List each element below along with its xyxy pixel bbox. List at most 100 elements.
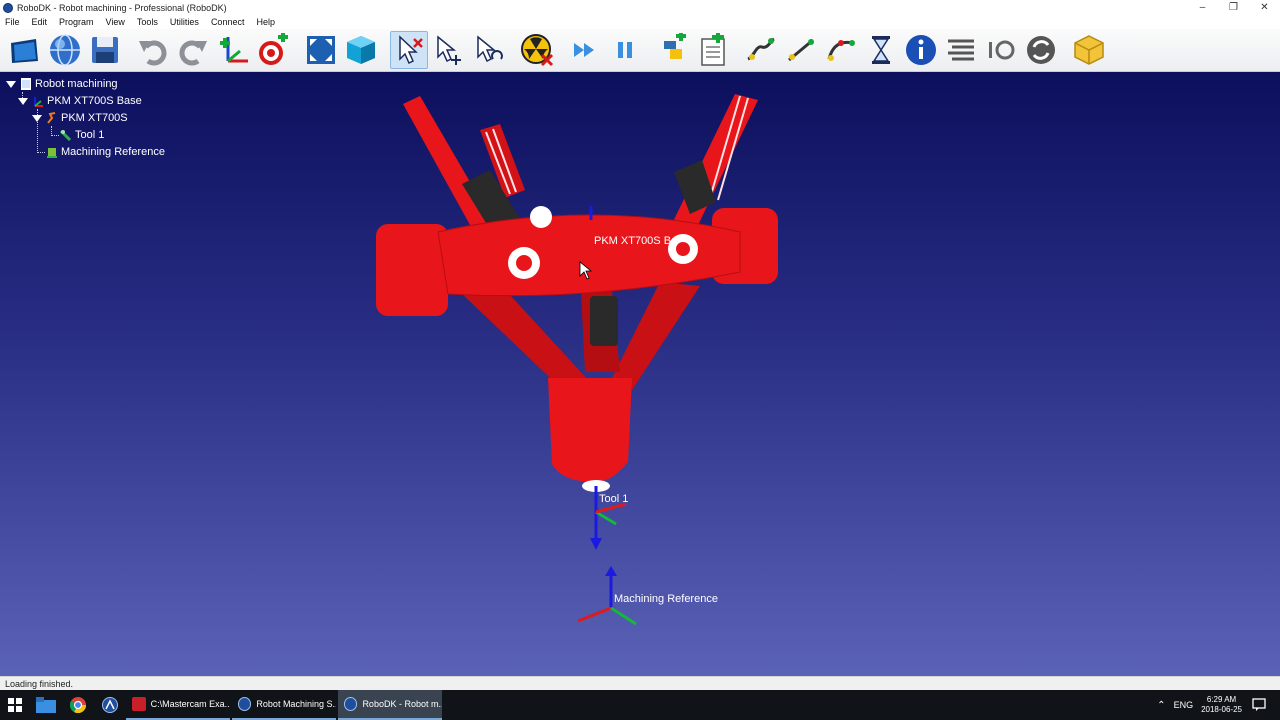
add-program-icon[interactable]	[694, 31, 732, 69]
tree-label-machining-reference: Machining Reference	[61, 146, 165, 158]
tree-item-tool[interactable]: Tool 1	[60, 127, 104, 143]
window-title: RoboDK - Robot machining - Professional …	[17, 2, 227, 13]
close-button[interactable]: ✕	[1249, 0, 1280, 15]
pause-icon[interactable]	[606, 31, 644, 69]
save-icon[interactable]	[86, 31, 124, 69]
tool-frame-x-axis	[595, 502, 627, 514]
title-bar: RoboDK - Robot machining - Professional …	[0, 0, 1280, 15]
expand-arrow-icon[interactable]	[18, 97, 28, 105]
undo-icon[interactable]	[134, 31, 172, 69]
open-icon[interactable]	[6, 31, 44, 69]
main-toolbar	[0, 29, 1280, 72]
fit-all-icon[interactable]	[302, 31, 340, 69]
tray-overflow-icon[interactable]: ⌃	[1157, 700, 1165, 711]
robodk-pinned-button[interactable]	[94, 690, 126, 720]
menu-program[interactable]: Program	[53, 17, 100, 27]
move-circular-icon[interactable]	[822, 31, 860, 69]
reference-frame-x-axis	[577, 606, 612, 623]
motor-center	[590, 296, 618, 346]
chrome-icon	[70, 697, 86, 713]
taskbar-window-mastercam[interactable]: C:\Mastercam Exa...	[126, 690, 230, 720]
tool-icon	[60, 129, 72, 141]
robodk-icon	[102, 697, 118, 713]
menu-bar: File Edit Program View Tools Utilities C…	[0, 15, 1280, 29]
status-text: Loading finished.	[5, 678, 74, 689]
extension-icon[interactable]	[1070, 31, 1108, 69]
clock-time: 6:29 AM	[1206, 695, 1237, 704]
start-button[interactable]	[0, 690, 30, 720]
move-linear-icon[interactable]	[782, 31, 820, 69]
file-explorer-icon	[36, 697, 56, 713]
menu-edit[interactable]: Edit	[26, 17, 54, 27]
mastercam-icon	[132, 697, 146, 711]
python-program-icon[interactable]	[654, 31, 692, 69]
clock[interactable]: 6:29 AM 2018-06-25	[1201, 695, 1242, 715]
tree-item-robot-base[interactable]: PKM XT700S Base	[18, 93, 142, 109]
windows-logo-icon	[8, 698, 22, 712]
menu-view[interactable]: View	[100, 17, 131, 27]
redo-icon[interactable]	[174, 31, 212, 69]
base-side-block-left	[376, 224, 448, 316]
scene-label-reference: Machining Reference	[614, 593, 718, 605]
language-indicator[interactable]: ENG	[1174, 700, 1194, 710]
notifications-icon[interactable]	[1252, 698, 1266, 712]
system-tray: ⌃ ENG 6:29 AM 2018-06-25	[1157, 690, 1280, 720]
subprogram-call-icon[interactable]	[1022, 31, 1060, 69]
taskbar-window-robodk[interactable]: RoboDK - Robot m...	[338, 690, 442, 720]
cube-view-icon[interactable]	[342, 31, 380, 69]
clock-date: 2018-06-25	[1201, 705, 1242, 714]
tree-item-machining-reference[interactable]: Machining Reference	[46, 144, 165, 160]
tree-item-robot[interactable]: PKM XT700S	[32, 110, 128, 126]
menu-tools[interactable]: Tools	[131, 17, 164, 27]
menu-help[interactable]: Help	[250, 17, 281, 27]
chrome-button[interactable]	[62, 690, 94, 720]
robodk-app-icon	[3, 2, 13, 13]
tree-item-station[interactable]: Robot machining	[6, 76, 118, 92]
add-target-icon[interactable]	[254, 31, 292, 69]
add-reference-frame-icon[interactable]	[214, 31, 252, 69]
front-link-right	[610, 282, 700, 390]
taskbar-window-robot-machining[interactable]: Robot Machining S...	[232, 690, 336, 720]
expand-arrow-icon[interactable]	[6, 80, 16, 88]
3d-viewport[interactable]: PKM XT700S Ba Tool 1 Machining Reference…	[0, 72, 1280, 676]
info-icon[interactable]	[902, 31, 940, 69]
expand-arrow-icon[interactable]	[32, 114, 42, 122]
reference-frame-y-axis	[610, 606, 637, 626]
tree-label-robot: PKM XT700S	[61, 112, 128, 124]
taskbar-window-label: C:\Mastercam Exa...	[150, 699, 230, 709]
menu-utilities[interactable]: Utilities	[164, 17, 205, 27]
robodk-icon	[238, 697, 252, 711]
select-icon[interactable]	[390, 31, 428, 69]
robot-scene[interactable]	[0, 72, 1280, 676]
select-move-icon[interactable]	[430, 31, 468, 69]
status-bar: Loading finished.	[0, 676, 1280, 690]
globe-icon[interactable]	[46, 31, 84, 69]
reference-frame-icon	[34, 97, 43, 107]
menu-connect[interactable]: Connect	[205, 17, 251, 27]
taskbar-window-label: Robot Machining S...	[256, 699, 336, 709]
program-instruction-icon[interactable]	[942, 31, 980, 69]
scene-label-base: PKM XT700S Ba	[594, 235, 678, 247]
taskbar-window-label: RoboDK - Robot m...	[362, 699, 442, 709]
tool-frame-y-axis	[595, 510, 617, 526]
pause-timer-icon[interactable]	[862, 31, 900, 69]
file-explorer-button[interactable]	[30, 690, 62, 720]
spindle-body	[548, 378, 632, 482]
collision-check-icon[interactable]	[518, 31, 556, 69]
scene-label-tool: Tool 1	[599, 493, 629, 505]
select-rotate-icon[interactable]	[470, 31, 508, 69]
menu-file[interactable]: File	[0, 17, 26, 27]
run-simulation-icon[interactable]	[566, 31, 604, 69]
front-link-left	[460, 284, 590, 392]
restore-button[interactable]: ❐	[1218, 0, 1249, 15]
taskbar: C:\Mastercam Exa... Robot Machining S...…	[0, 690, 1280, 720]
minimize-button[interactable]: –	[1187, 0, 1218, 15]
station-icon	[21, 78, 31, 90]
io-icon[interactable]	[982, 31, 1020, 69]
robodk-icon	[344, 697, 358, 711]
move-joint-icon[interactable]	[742, 31, 780, 69]
tree-label-tool: Tool 1	[75, 129, 105, 141]
robot-icon	[47, 112, 56, 124]
reference-frame-icon	[47, 148, 57, 158]
tree-label-station: Robot machining	[35, 78, 118, 90]
